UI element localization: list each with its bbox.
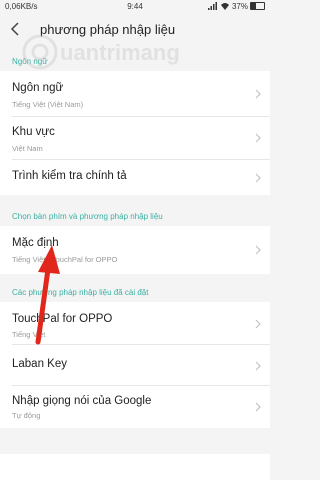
row-spell-checker[interactable]: Trình kiểm tra chính tả [0,160,270,195]
row-label: Laban Key [12,358,67,370]
row-label: TouchPal for OPPO [12,313,113,325]
battery-percent: 37% [231,2,248,11]
keyboard-group: Mặc định Tiếng Việt - TouchPal for OPPO [0,226,270,274]
chevron-right-icon [255,133,261,143]
language-group: Ngôn ngữ Tiếng Việt (Việt Nam) Khu vực V… [0,71,270,195]
system-nav-bar [0,454,270,480]
wifi-icon [220,3,229,10]
chevron-right-icon [255,89,261,99]
row-sublabel: Việt Nam [12,144,43,153]
section-header-installed: Các phương pháp nhập liệu đã cài đặt [12,288,149,297]
row-label: Ngôn ngữ [12,82,64,94]
row-sublabel: Tiếng Việt - TouchPal for OPPO [12,255,118,264]
row-label: Khu vực [12,126,55,138]
chevron-right-icon [255,361,261,371]
chevron-right-icon [255,173,261,183]
row-default-input[interactable]: Mặc định Tiếng Việt - TouchPal for OPPO [0,226,270,274]
row-laban-key[interactable]: Laban Key [0,345,270,385]
back-arrow-icon[interactable] [8,21,24,37]
row-sublabel: Tự động [12,411,41,420]
installed-group: TouchPal for OPPO Tiếng Việt Laban Key N… [0,302,270,428]
row-sublabel: Tiếng Việt (Việt Nam) [12,100,84,109]
status-bar: 0,06KB/s 9:44 37% [0,0,270,14]
row-language[interactable]: Ngôn ngữ Tiếng Việt (Việt Nam) [0,71,270,116]
battery-icon [250,2,265,10]
row-touchpal[interactable]: TouchPal for OPPO Tiếng Việt [0,302,270,344]
section-header-language: Ngôn ngữ [12,57,48,66]
signal-icon [207,2,217,10]
row-label: Trình kiểm tra chính tả [12,170,127,182]
row-region[interactable]: Khu vực Việt Nam [0,117,270,159]
app-bar: phương pháp nhập liệu [0,14,270,46]
row-label: Mặc định [12,237,59,249]
chevron-right-icon [255,245,261,255]
row-google-voice[interactable]: Nhập giọng nói của Google Tự động [0,386,270,428]
row-label: Nhập giọng nói của Google [12,395,152,407]
section-header-keyboard: Chọn bàn phím và phương pháp nhập liệu [12,212,163,221]
chevron-right-icon [255,319,261,329]
row-sublabel: Tiếng Việt [12,330,46,339]
status-icons: 37% [207,2,265,11]
page-title: phương pháp nhập liệu [40,22,176,37]
chevron-right-icon [255,402,261,412]
